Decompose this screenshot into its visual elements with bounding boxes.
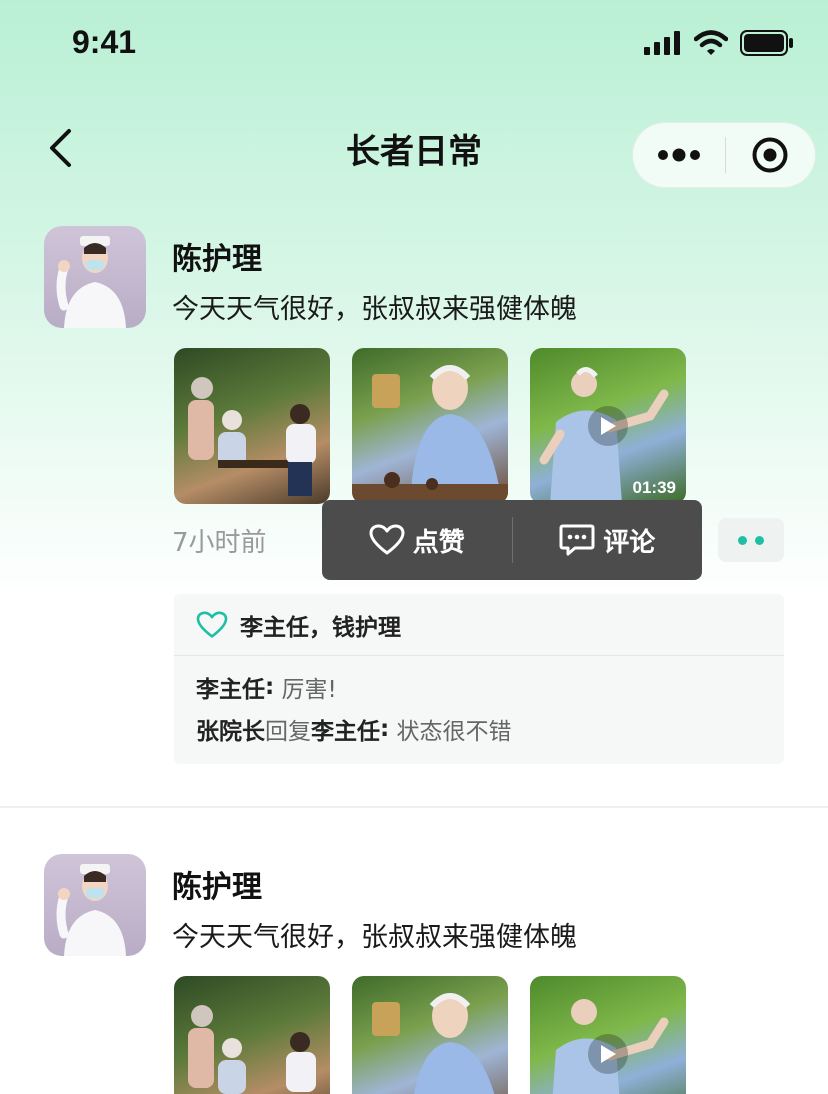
reply-word: 回复	[265, 719, 311, 745]
heart-outline-icon	[196, 610, 228, 638]
comment-item[interactable]: 张院长 回复 李主任: 状态很不错	[174, 708, 784, 750]
photo-grid: 01:39	[174, 348, 686, 504]
interaction-panel: 李主任，钱护理 李主任: 厉害! 张院长 回复 李主任: 状态很不错	[174, 594, 784, 764]
comment-bubble-icon	[559, 524, 595, 556]
comment-author[interactable]: 张院长	[196, 712, 265, 746]
play-icon	[588, 406, 628, 446]
like-button[interactable]: 点赞	[322, 500, 512, 580]
post-time: 7小时前	[172, 528, 267, 558]
post-photo[interactable]	[174, 348, 330, 504]
comment-label: 评论	[603, 527, 656, 558]
wifi-icon	[694, 30, 728, 55]
comment-item[interactable]: 李主任: 厉害!	[174, 666, 784, 708]
post-actions-toggle[interactable]	[718, 518, 784, 562]
comment-author[interactable]: 李主任	[196, 670, 265, 704]
post-video[interactable]: 01:39	[530, 348, 686, 504]
post-divider	[0, 806, 828, 808]
battery-icon	[740, 30, 793, 56]
target-close-icon	[752, 137, 788, 173]
post-author[interactable]: 陈护理	[172, 234, 262, 278]
status-icons	[644, 30, 794, 56]
reply-target[interactable]: 李主任	[311, 712, 380, 746]
post-video[interactable]	[530, 976, 686, 1094]
garden-tea-photo	[188, 377, 316, 496]
heart-icon	[369, 524, 405, 555]
post-content: 今天天气很好，张叔叔来强健体魄	[172, 922, 577, 953]
video-duration: 01:39	[632, 478, 676, 497]
likes-names[interactable]: 李主任，钱护理	[240, 608, 401, 642]
post-photo[interactable]	[352, 348, 508, 504]
dot-icon	[738, 535, 747, 545]
comment-colon: :	[380, 716, 390, 742]
nurse-avatar-image	[56, 236, 126, 328]
status-bar: 9:41	[0, 0, 828, 90]
photo-grid	[174, 976, 686, 1094]
post-photo[interactable]	[352, 976, 508, 1094]
more-options-button[interactable]	[633, 122, 725, 188]
action-popup: 点赞 评论	[322, 500, 702, 580]
dot-icon	[755, 535, 764, 545]
comment-text: 状态很不错	[396, 719, 512, 745]
elder-tea-photo	[352, 365, 508, 504]
play-icon	[588, 1034, 628, 1074]
post-content: 今天天气很好，张叔叔来强健体魄	[172, 294, 577, 325]
likes-row: 李主任，钱护理	[174, 594, 784, 656]
avatar[interactable]	[44, 854, 146, 956]
post-photo[interactable]	[174, 976, 330, 1094]
comment-button[interactable]: 评论	[513, 500, 703, 580]
comment-colon: :	[265, 674, 275, 700]
like-label: 点赞	[412, 527, 465, 558]
nurse-avatar-image	[56, 864, 126, 956]
post-author[interactable]: 陈护理	[172, 862, 262, 906]
elder-tea-photo	[372, 993, 495, 1094]
garden-tea-photo	[188, 1005, 316, 1094]
close-miniprogram-button[interactable]	[726, 122, 816, 188]
signal-icon	[644, 31, 680, 55]
avatar[interactable]	[44, 226, 146, 328]
mini-program-capsule	[632, 122, 816, 188]
comment-text: 厉害!	[281, 677, 337, 703]
status-time: 9:41	[72, 24, 137, 60]
more-dots-icon	[657, 148, 700, 162]
